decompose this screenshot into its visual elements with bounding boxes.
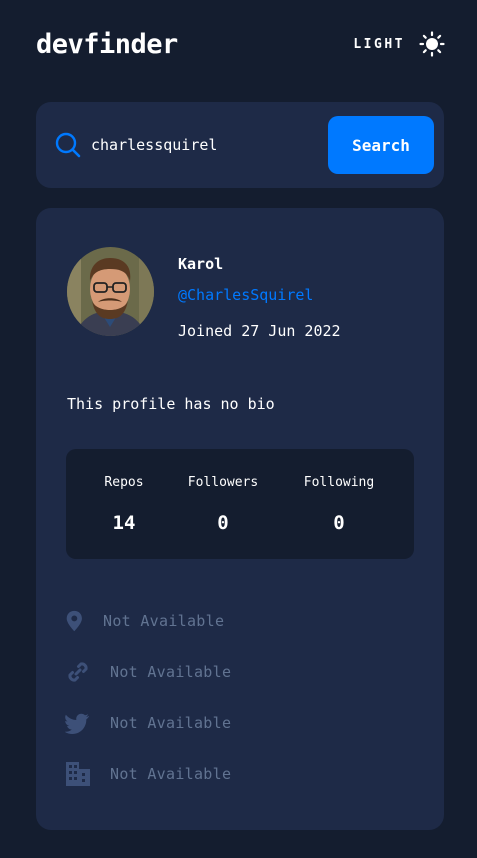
stat-repos-label: Repos <box>104 475 144 490</box>
link-icon <box>68 662 88 682</box>
avatar <box>67 247 154 336</box>
stat-followers: Followers 0 <box>168 449 278 559</box>
theme-toggle-label: LIGHT <box>353 36 405 52</box>
app-logo: devfinder <box>36 28 178 60</box>
twitter-text: Not Available <box>110 714 232 732</box>
stat-repos-value: 14 <box>112 512 136 534</box>
search-icon <box>55 132 81 158</box>
location-text: Not Available <box>103 612 225 630</box>
stats-panel: Repos 14 Followers 0 Following 0 <box>66 449 414 559</box>
search-input[interactable] <box>91 125 328 165</box>
building-icon <box>66 762 90 786</box>
location-pin-icon <box>66 610 82 632</box>
stat-followers-label: Followers <box>187 475 259 490</box>
twitter-icon <box>65 713 89 734</box>
app-header: devfinder LIGHT <box>36 26 445 62</box>
stat-repos: Repos 14 <box>69 449 179 559</box>
stat-following: Following 0 <box>284 449 394 559</box>
search-bar: Search <box>36 102 444 188</box>
profile-name: Karol <box>178 255 224 273</box>
profile-card: Karol @CharlesSquirel Joined 27 Jun 2022… <box>36 208 444 830</box>
search-button[interactable]: Search <box>328 116 434 174</box>
blog-text: Not Available <box>110 663 232 681</box>
theme-toggle-button[interactable]: LIGHT <box>353 31 445 57</box>
profile-bio: This profile has no bio <box>67 395 275 413</box>
sun-icon <box>419 31 445 57</box>
blog-row: Not Available <box>65 659 231 685</box>
twitter-row: Not Available <box>65 710 231 736</box>
profile-joined-date: Joined 27 Jun 2022 <box>178 322 341 340</box>
company-text: Not Available <box>110 765 232 783</box>
location-row: Not Available <box>65 608 224 634</box>
stat-following-label: Following <box>303 475 375 490</box>
stat-following-value: 0 <box>333 512 345 534</box>
company-row: Not Available <box>65 761 231 787</box>
avatar-image <box>67 247 154 336</box>
stat-followers-value: 0 <box>217 512 229 534</box>
profile-login-link[interactable]: @CharlesSquirel <box>178 286 313 304</box>
